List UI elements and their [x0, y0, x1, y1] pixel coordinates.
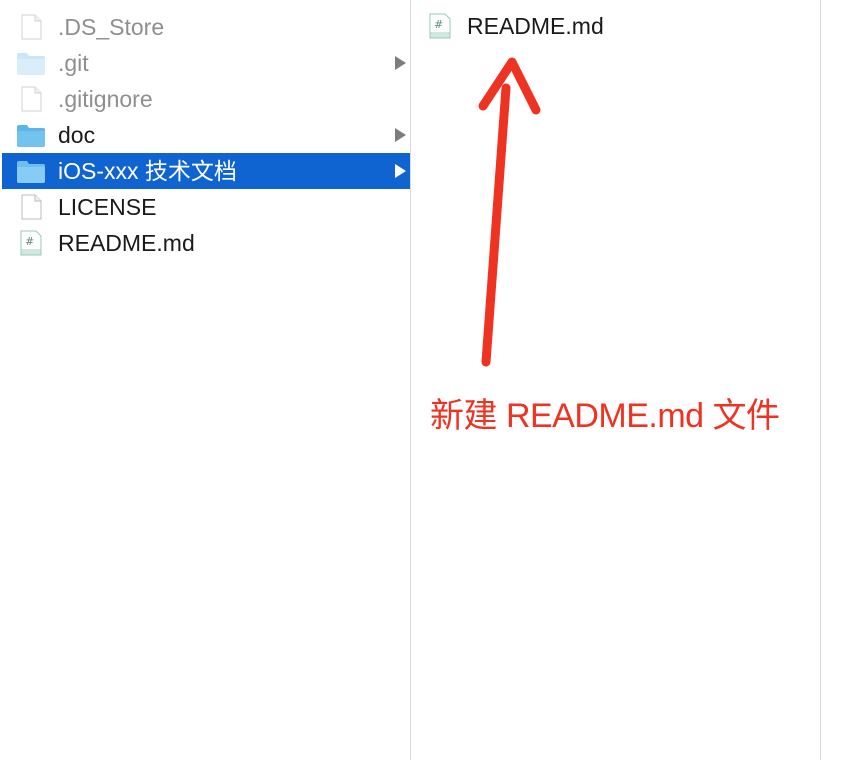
folder-icon: [17, 53, 45, 75]
annotation-arrow: [478, 57, 541, 367]
finder-column-browser: .DS_Store .git .gitignore doc iOS-xxx 技术…: [0, 0, 844, 760]
item-label: .DS_Store: [58, 14, 165, 40]
list-item-doc[interactable]: doc: [2, 117, 410, 153]
item-label: iOS-xxx 技术文档: [58, 158, 237, 184]
folder-icon: [17, 125, 45, 147]
blank-document-icon: [21, 86, 42, 112]
blank-document-icon: [21, 14, 42, 40]
column-parent-folder[interactable]: .DS_Store .git .gitignore doc iOS-xxx 技术…: [0, 0, 410, 760]
folder-icon: [17, 161, 45, 183]
item-label: .git: [58, 50, 89, 76]
disclosure-triangle-icon: [395, 128, 406, 142]
item-label: doc: [58, 122, 96, 148]
markdown-file-icon: #: [20, 230, 42, 256]
disclosure-triangle-icon: [395, 164, 406, 178]
list-item-license[interactable]: LICENSE: [2, 189, 410, 225]
list-item-ds-store[interactable]: .DS_Store: [2, 9, 410, 45]
disclosure-triangle-icon: [395, 56, 406, 70]
annotation-label: 新建 README.md 文件: [430, 397, 780, 435]
list-item-readme[interactable]: # README.md: [2, 225, 410, 261]
item-label: .gitignore: [58, 86, 153, 112]
column-empty[interactable]: [821, 0, 844, 760]
list-item-ios-docs[interactable]: iOS-xxx 技术文档: [2, 153, 410, 189]
blank-document-icon: [21, 194, 42, 220]
list-item-git[interactable]: .git: [2, 45, 410, 81]
svg-text:#: #: [25, 235, 34, 248]
item-label: README.md: [58, 230, 195, 256]
list-item-gitignore[interactable]: .gitignore: [2, 81, 410, 117]
item-label: LICENSE: [58, 194, 157, 220]
